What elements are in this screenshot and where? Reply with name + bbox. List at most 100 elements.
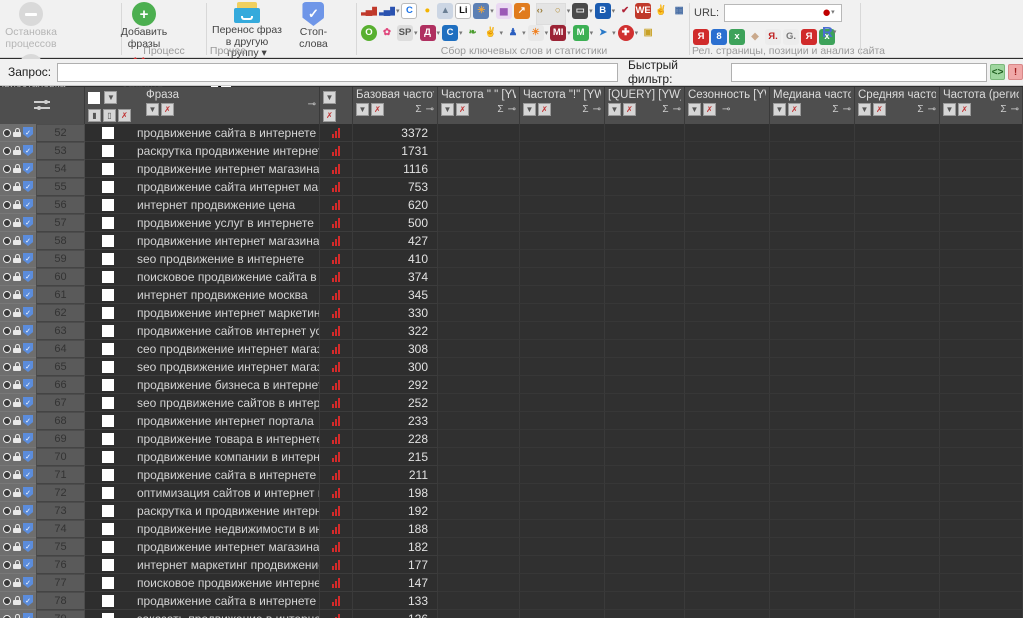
chevron-down-icon[interactable]: ▾ bbox=[567, 7, 571, 15]
stats-cell[interactable] bbox=[320, 448, 353, 466]
phrase-cell[interactable]: продвижение услуг в интернете bbox=[130, 214, 320, 232]
base-frequency-cell[interactable]: 126 bbox=[353, 610, 438, 618]
lock-icon[interactable] bbox=[13, 344, 21, 353]
stats-cell[interactable] bbox=[320, 394, 353, 412]
row-checkbox[interactable] bbox=[101, 540, 114, 553]
stop-mark-icon[interactable] bbox=[3, 362, 11, 371]
median-cell[interactable] bbox=[770, 178, 855, 196]
median-cell[interactable] bbox=[770, 268, 855, 286]
row-checkbox[interactable] bbox=[101, 468, 114, 481]
chevron-down-icon[interactable]: ▾ bbox=[545, 29, 549, 37]
stop-mark-icon[interactable] bbox=[3, 614, 11, 618]
pin-column-icon[interactable]: ⊸ bbox=[722, 104, 730, 115]
season-cell[interactable] bbox=[685, 412, 770, 430]
freq_excl-cell[interactable] bbox=[520, 412, 605, 430]
shield-check-icon[interactable]: ✓ bbox=[23, 235, 33, 246]
table-row[interactable]: ✓ 78 продвижение сайта в интернете цена … bbox=[0, 592, 1023, 610]
query-cell[interactable] bbox=[605, 466, 685, 484]
query-cell[interactable] bbox=[605, 340, 685, 358]
pin-column-icon[interactable]: ⊸ bbox=[843, 104, 851, 115]
table-row[interactable]: ✓ 77 поисковое продвижение интернет мага… bbox=[0, 574, 1023, 592]
region-cell[interactable] bbox=[940, 538, 1023, 556]
lock-icon[interactable] bbox=[13, 416, 21, 425]
freq_excl-cell[interactable] bbox=[520, 538, 605, 556]
season-cell[interactable] bbox=[685, 574, 770, 592]
freq_quotes-cell[interactable] bbox=[438, 610, 520, 618]
region-cell[interactable] bbox=[940, 160, 1023, 178]
stats-cell[interactable] bbox=[320, 538, 353, 556]
table-row[interactable]: ✓ 68 продвижение интернет портала 233 bbox=[0, 412, 1023, 430]
base-frequency-cell[interactable]: 753 bbox=[353, 178, 438, 196]
query-cell[interactable] bbox=[605, 448, 685, 466]
freq_quotes-cell[interactable] bbox=[438, 214, 520, 232]
table-row[interactable]: ✓ 66 продвижение бизнеса в интернете 292 bbox=[0, 376, 1023, 394]
pin-column-icon[interactable]: ⊸ bbox=[426, 104, 434, 115]
phrase-cell[interactable]: продвижение интернет портала bbox=[130, 412, 320, 430]
row-checkbox[interactable] bbox=[101, 180, 114, 193]
stop-mark-icon[interactable] bbox=[3, 452, 11, 461]
season-cell[interactable] bbox=[685, 430, 770, 448]
pin-column-icon[interactable]: ⊸ bbox=[508, 104, 516, 115]
avg-cell[interactable] bbox=[855, 574, 940, 592]
avg-cell[interactable] bbox=[855, 394, 940, 412]
lock-icon[interactable] bbox=[13, 308, 21, 317]
region-cell[interactable] bbox=[940, 520, 1023, 538]
lock-icon[interactable] bbox=[13, 182, 21, 191]
freq_quotes-cell[interactable] bbox=[438, 538, 520, 556]
freq_excl-cell[interactable] bbox=[520, 124, 605, 142]
median-cell[interactable] bbox=[770, 574, 855, 592]
clear-filter-icon[interactable]: ✗ bbox=[371, 103, 384, 116]
region-cell[interactable] bbox=[940, 322, 1023, 340]
stats-cell[interactable] bbox=[320, 520, 353, 538]
phrase-cell[interactable]: продвижение сайтов интернет услуги bbox=[130, 322, 320, 340]
shield-check-icon[interactable]: ✓ bbox=[23, 613, 33, 618]
table-row[interactable]: ✓ 64 сео продвижение интернет магазина 3… bbox=[0, 340, 1023, 358]
table-row[interactable]: ✓ 70 продвижение компании в интернете 21… bbox=[0, 448, 1023, 466]
lock-icon[interactable] bbox=[13, 470, 21, 479]
avg-cell[interactable] bbox=[855, 322, 940, 340]
avg-cell[interactable] bbox=[855, 196, 940, 214]
header-column-query[interactable]: [QUERY] [YW] ▼ ✗ Σ ⊸ bbox=[605, 87, 685, 124]
median-cell[interactable] bbox=[770, 430, 855, 448]
gold-box-icon[interactable]: ▣ bbox=[640, 25, 656, 41]
lock-icon[interactable] bbox=[13, 380, 21, 389]
phrase-cell[interactable]: оптимизация сайтов и интернет продвижени… bbox=[130, 484, 320, 502]
row-checkbox[interactable] bbox=[101, 612, 114, 618]
median-cell[interactable] bbox=[770, 412, 855, 430]
stats-cell[interactable] bbox=[320, 556, 353, 574]
shield-check-icon[interactable]: ✓ bbox=[23, 379, 33, 390]
season-cell[interactable] bbox=[685, 142, 770, 160]
base-frequency-cell[interactable]: 300 bbox=[353, 358, 438, 376]
table-row[interactable]: ✓ 55 продвижение сайта интернет магазина… bbox=[0, 178, 1023, 196]
median-cell[interactable] bbox=[770, 250, 855, 268]
query-cell[interactable] bbox=[605, 304, 685, 322]
region-cell[interactable] bbox=[940, 610, 1023, 618]
query-cell[interactable] bbox=[605, 574, 685, 592]
phrase-cell[interactable]: поисковое продвижение интернет магазина bbox=[130, 574, 320, 592]
base-frequency-cell[interactable]: 133 bbox=[353, 592, 438, 610]
stop-mark-icon[interactable] bbox=[3, 470, 11, 479]
freq_excl-cell[interactable] bbox=[520, 214, 605, 232]
stats-cell[interactable] bbox=[320, 610, 353, 618]
region-cell[interactable] bbox=[940, 502, 1023, 520]
freq_excl-cell[interactable] bbox=[520, 574, 605, 592]
stop-mark-icon[interactable] bbox=[3, 236, 11, 245]
query-cell[interactable] bbox=[605, 214, 685, 232]
lock-icon[interactable] bbox=[13, 164, 21, 173]
phrase-cell[interactable]: seo продвижение сайтов в интернете bbox=[130, 394, 320, 412]
query-cell[interactable] bbox=[605, 556, 685, 574]
season-cell[interactable] bbox=[685, 214, 770, 232]
phrase-cell[interactable]: сео продвижение интернет магазина bbox=[130, 340, 320, 358]
median-cell[interactable] bbox=[770, 592, 855, 610]
table-row[interactable]: ✓ 52 продвижение сайта в интернете 3372 bbox=[0, 124, 1023, 142]
chevron-down-icon[interactable]: ▾ bbox=[522, 29, 526, 37]
eraser-icon[interactable]: ◆ bbox=[747, 29, 763, 45]
season-cell[interactable] bbox=[685, 592, 770, 610]
freq_excl-cell[interactable] bbox=[520, 142, 605, 160]
median-cell[interactable] bbox=[770, 610, 855, 618]
base-frequency-cell[interactable]: 228 bbox=[353, 430, 438, 448]
query-cell[interactable] bbox=[605, 358, 685, 376]
stats-cell[interactable] bbox=[320, 412, 353, 430]
lock-icon[interactable] bbox=[13, 452, 21, 461]
google-colors-icon[interactable]: ● bbox=[419, 3, 435, 19]
